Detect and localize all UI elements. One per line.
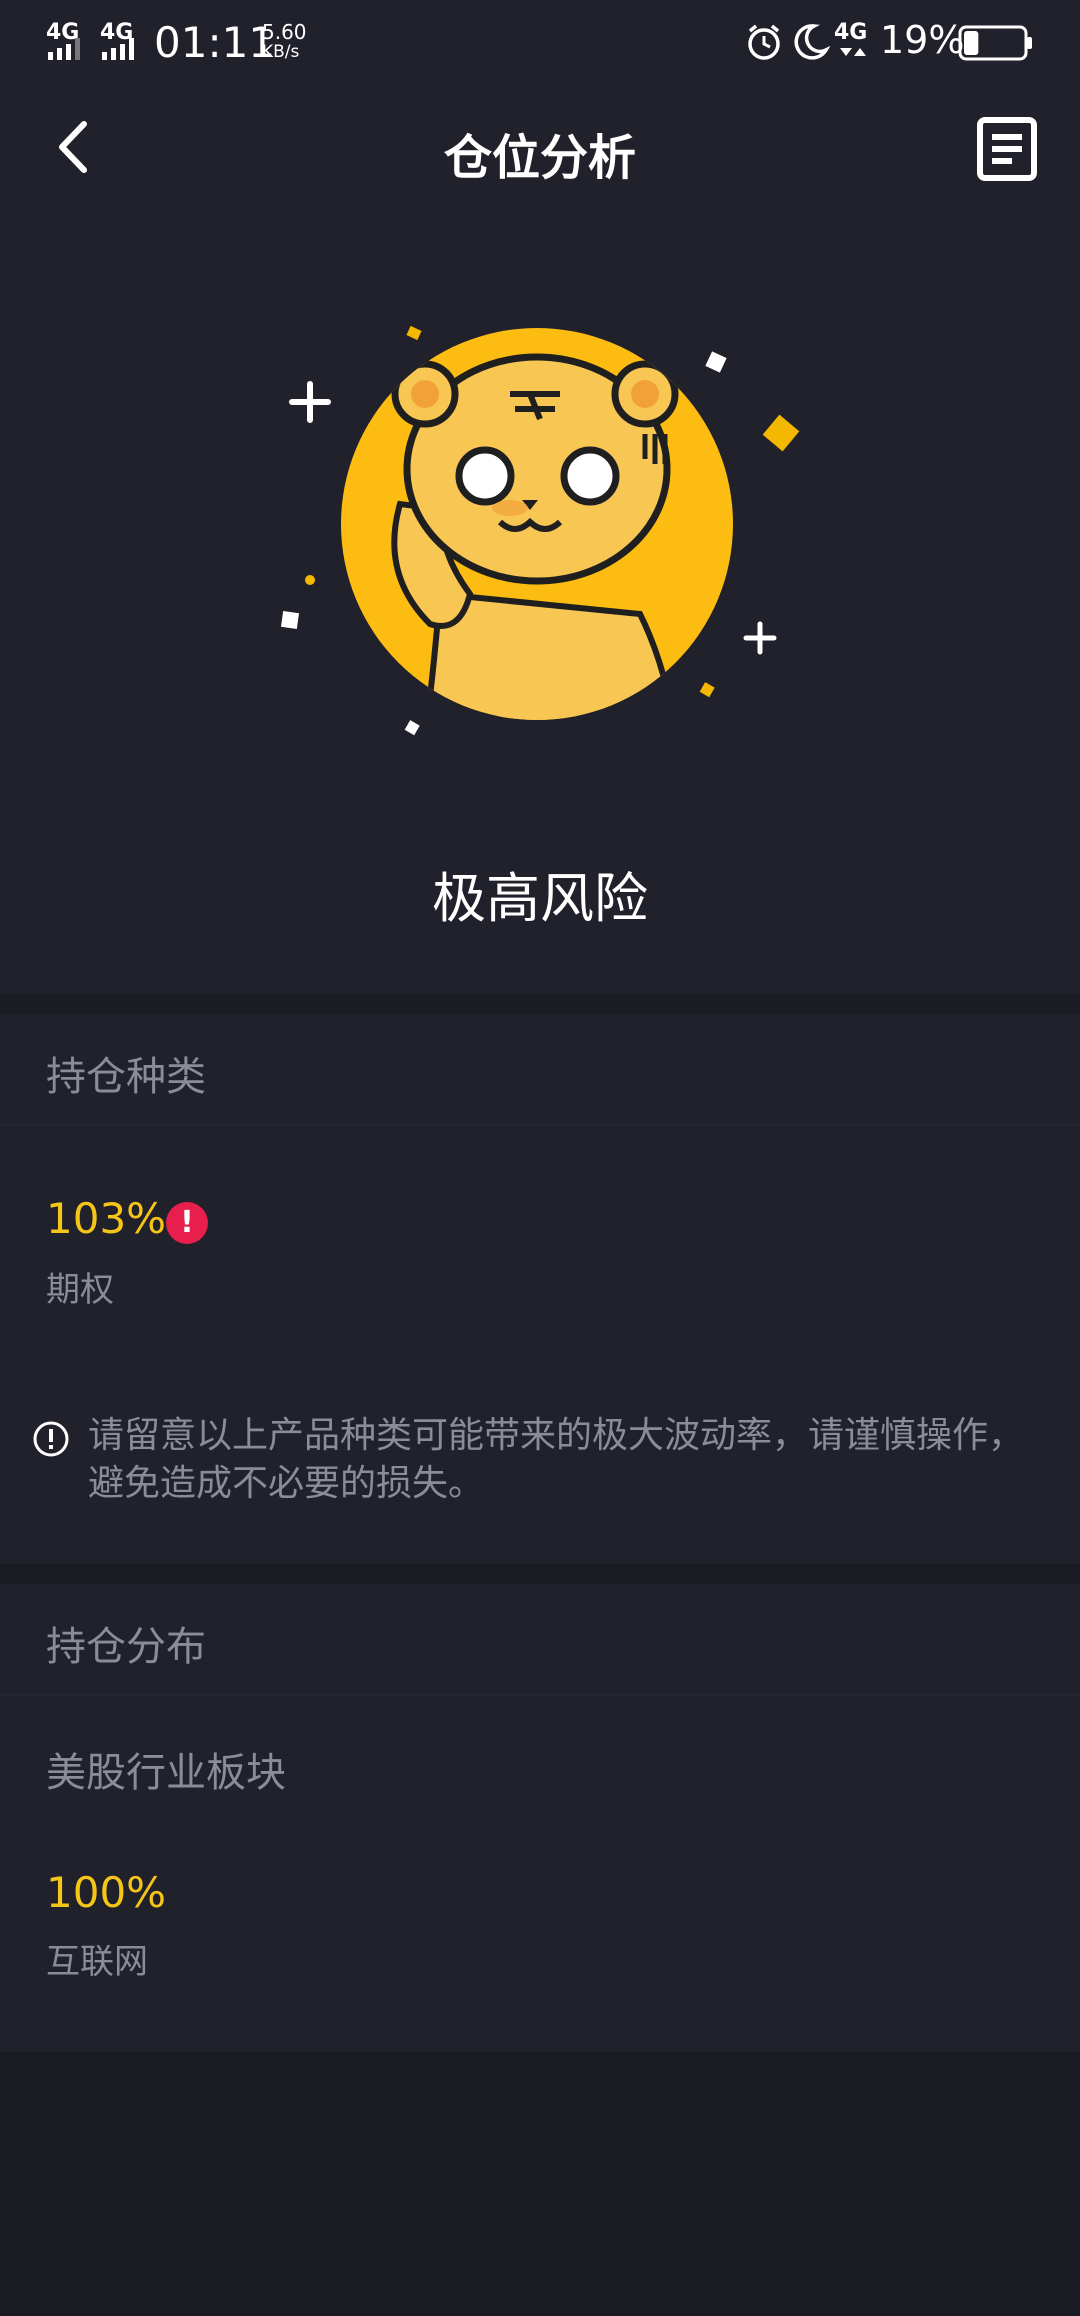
alarm-icon [748, 24, 780, 60]
clock: 01:11 [154, 18, 276, 67]
network-speed-value: 5.60 [262, 20, 307, 44]
risk-level-label: 极高风险 [432, 867, 648, 930]
info-circle-icon [33, 1421, 69, 1457]
holding-name: 期权 [46, 1270, 114, 1310]
network-icon: 4G [832, 20, 872, 64]
signal-icon: 4G [46, 20, 92, 62]
holding-percent: 100% [46, 1868, 167, 1917]
battery-icon [958, 25, 1032, 61]
holding-types-section: 持仓种类 103% ! 期权 请留意以上产品种类可能带来的极大波动率，请谨慎操作… [0, 1014, 1080, 1564]
section-title: 持仓分布 [46, 1624, 206, 1670]
section-header: 持仓种类 [0, 1014, 1080, 1126]
warning-icon[interactable]: ! [166, 1202, 208, 1244]
top-nav-bar: 仓位分析 [0, 84, 1080, 214]
section-header: 持仓分布 [0, 1584, 1080, 1696]
risk-hero: 极高风险 [0, 214, 1080, 994]
holding-percent: 103% [46, 1194, 167, 1243]
risk-notice: 请留意以上产品种类可能带来的极大波动率，请谨慎操作，避免造成不必要的损失。 [88, 1415, 1025, 1504]
sector-heading: 美股行业板块 [46, 1750, 286, 1796]
page-title: 仓位分析 [443, 130, 636, 186]
battery-percent: 19% [880, 18, 965, 62]
section-title: 持仓种类 [46, 1054, 206, 1100]
tiger-mascot-illustration [280, 325, 800, 736]
holding-distribution-section: 持仓分布 美股行业板块 100% 互联网 [0, 1584, 1080, 2052]
moon-icon [794, 24, 830, 60]
holding-name: 互联网 [46, 1942, 148, 1982]
signal-icon: 4G [100, 20, 146, 62]
document-icon[interactable] [972, 114, 1042, 184]
status-bar: 4G 4G 01:11 5.60 KB/s 4G 19% [0, 0, 1080, 84]
network-speed-unit: KB/s [262, 42, 300, 62]
